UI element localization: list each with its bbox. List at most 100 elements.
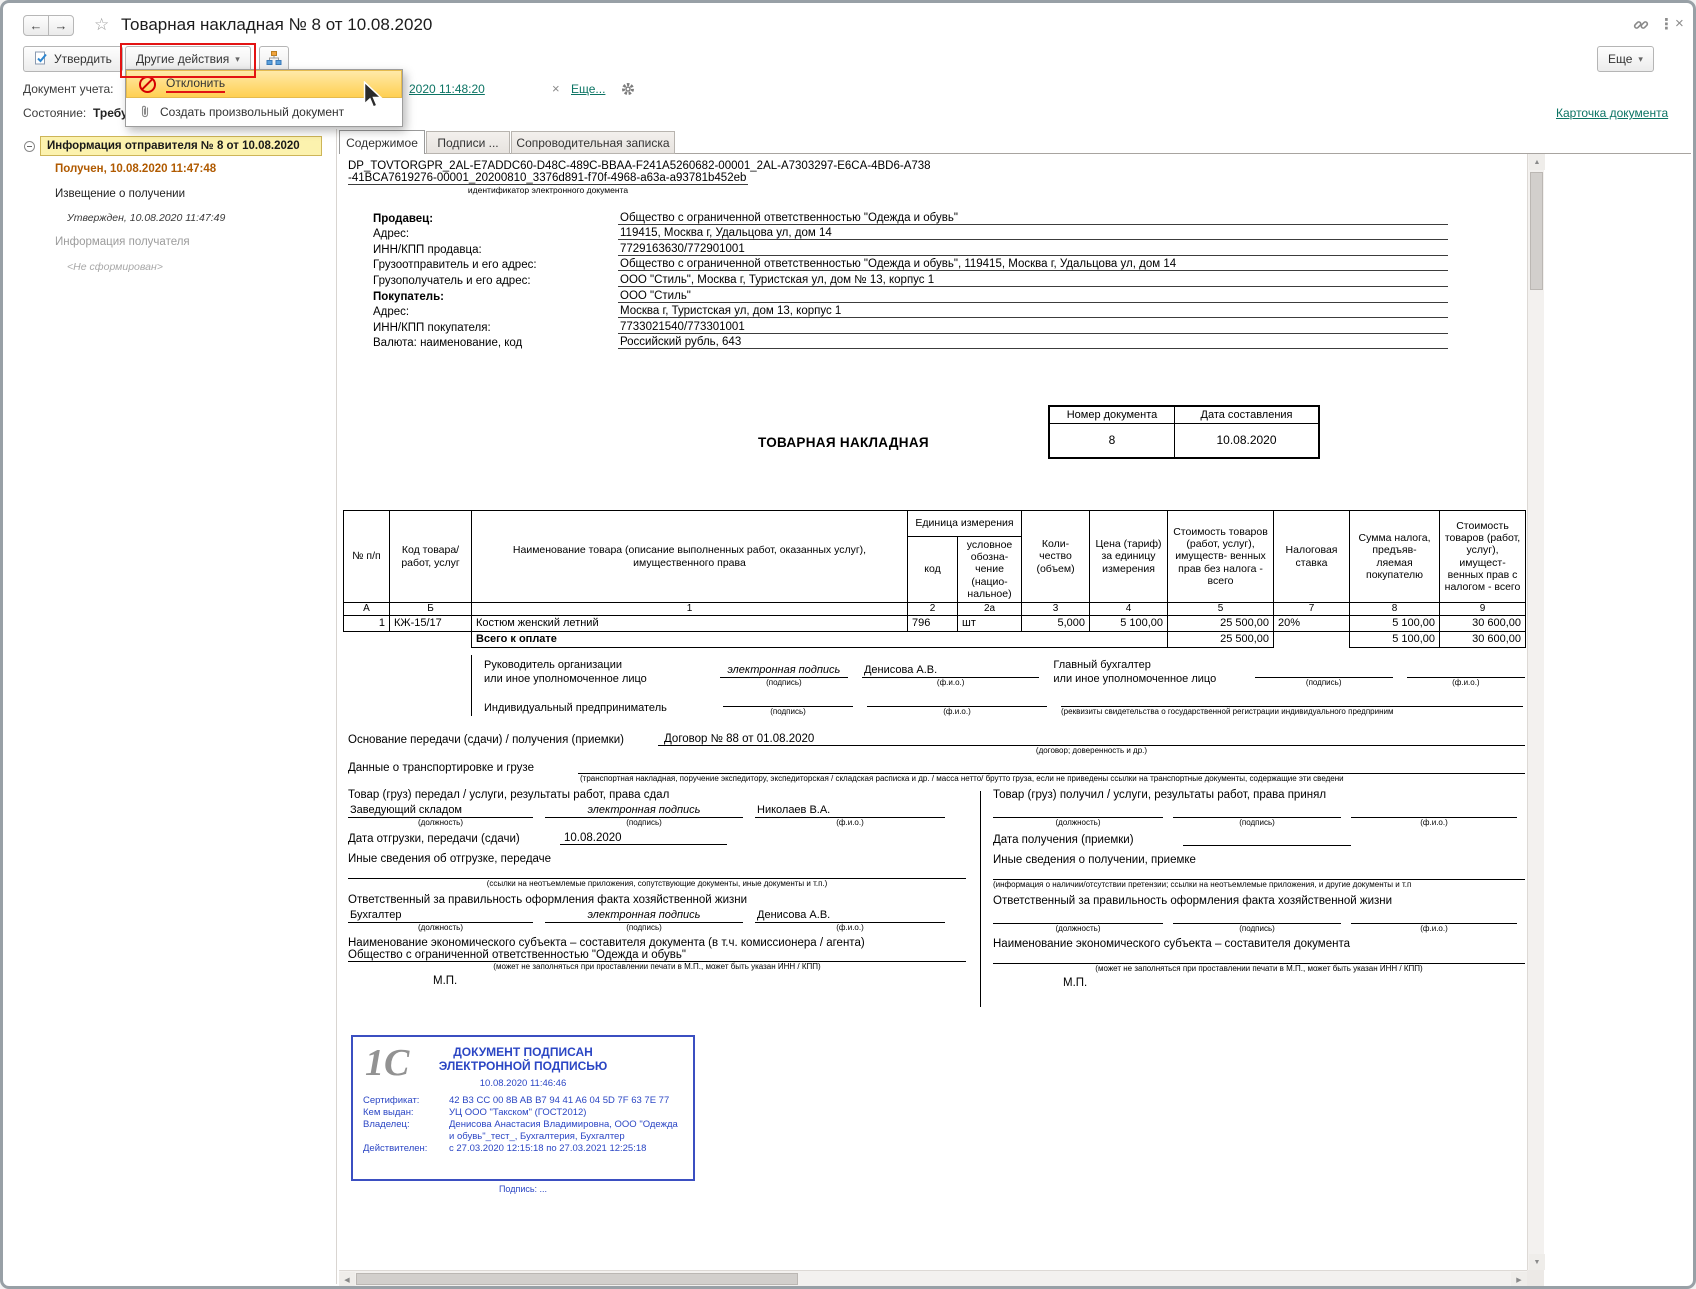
cell-amount: 25 500,00 [1167, 615, 1275, 632]
tree-item-approved-status[interactable]: Утвержден, 10.08.2020 11:47:49 [67, 212, 225, 224]
vertical-scrollbar[interactable]: ▲ ▼ [1527, 154, 1545, 1270]
field-value: Общество с ограниченной ответственностью… [618, 258, 1448, 272]
total-amount: 25 500,00 [1167, 630, 1275, 648]
field-label: Адрес: [373, 228, 410, 241]
col-header: Коли- чество (объем) [1021, 510, 1091, 603]
menu-item-reject-label: Отклонить [166, 76, 226, 93]
scroll-up-arrow[interactable]: ▲ [1529, 154, 1545, 170]
col-header-unit-code: код [907, 536, 958, 603]
col-header: Налоговая ставка [1273, 510, 1351, 603]
form-title: ТОВАРНАЯ НАКЛАДНАЯ [758, 435, 929, 450]
document-card-link[interactable]: Карточка документа [1556, 106, 1668, 120]
col-header: Стоимость товаров (работ, услуг), имущес… [1167, 510, 1275, 603]
scrollbar-corner [1527, 1270, 1544, 1286]
more-dots-icon[interactable]: ⋮ [1659, 15, 1674, 33]
field-label: Грузоотправитель и его адрес: [373, 259, 537, 272]
col-letter: 2а [956, 602, 1023, 616]
tab-content[interactable]: Содержимое [339, 130, 425, 154]
field-value: 7733021540/773301001 [618, 321, 1448, 334]
total-with-tax: 30 600,00 [1439, 630, 1527, 648]
field-label: Покупатель: [373, 290, 445, 303]
col-letter: 9 [1439, 602, 1527, 616]
scroll-down-arrow[interactable]: ▼ [1529, 1254, 1545, 1270]
goods-row: 1 КЖ-15/17 Костюм женский летний 796 шт … [343, 615, 1527, 632]
col-header-unit-symbol: условное обозна- чение (нацио- нальное) [956, 536, 1023, 603]
tree-item-sender-info[interactable]: Информация отправителя № 8 от 10.08.2020 [40, 136, 322, 156]
vertical-scroll-thumb[interactable] [1530, 172, 1543, 290]
tab-signatures[interactable]: Подписи ... [426, 131, 510, 154]
tree-collapse-icon[interactable] [24, 141, 35, 152]
get-link-icon[interactable] [1633, 17, 1649, 38]
stamp-cert: 42 B3 CC 00 8B AB B7 94 41 A6 04 5D 7F 6… [449, 1095, 670, 1106]
col-letter: 4 [1089, 602, 1169, 616]
tab-cover-note[interactable]: Сопроводительная записка [511, 131, 675, 154]
cell-total: 30 600,00 [1439, 615, 1527, 632]
document-date: 10.08.2020 [1174, 423, 1320, 458]
gear-icon[interactable] [621, 82, 635, 101]
document-id-caption: идентификатор электронного документа [467, 185, 629, 195]
columns-divider [980, 791, 981, 1007]
col-letter: А [343, 602, 390, 616]
basis-value: Договор № 88 от 01.08.2020 [658, 733, 1525, 746]
approve-doc-icon [34, 51, 48, 68]
field-value: ООО "Стиль" [618, 290, 1448, 303]
document-id-line2: -41BCA7619276-00001_20200810_3376d891-f7… [348, 172, 748, 185]
more-button[interactable]: Еще ▾ [1597, 46, 1654, 72]
cargo-row: Данные о транспортировке и грузе (трансп… [348, 760, 1525, 783]
menu-item-create-arbitrary-document[interactable]: Создать произвольный документ [126, 98, 402, 126]
tree-item-receiver-info[interactable]: Информация получателя [55, 236, 190, 248]
cargo-caption: (транспортная накладная, поручение экспе… [580, 774, 1344, 783]
field-label: Валюта: наименование, код [373, 337, 523, 350]
cargo-value [578, 760, 1525, 774]
head-sign-field: электронная подпись (подпись) [719, 664, 848, 687]
entrepreneur-sign-field: (подпись) [723, 693, 853, 716]
back-button[interactable]: ← [23, 15, 49, 36]
chevron-down-icon: ▾ [235, 53, 240, 64]
transfer-left-column: Товар (груз) передал / услуги, результат… [348, 789, 966, 987]
state-value: Требу [93, 106, 128, 120]
col-header: Стоимость товаров (работ, услуг), имущес… [1439, 510, 1527, 603]
more-meta-link[interactable]: Еще... [571, 82, 605, 96]
col-letter: 1 [471, 602, 908, 616]
horizontal-scroll-thumb[interactable] [356, 1273, 798, 1285]
document-id-line1: DP_TOVTORGPR_2AL-E7ADDC60-D48C-489C-BBAA… [348, 160, 931, 172]
horizontal-scrollbar[interactable]: ◀ ▶ [339, 1270, 1527, 1286]
goods-total-row: Всего к оплате 25 500,00 5 100,00 30 600… [344, 630, 1527, 648]
goods-table: № п/п Код товара/ работ, услуг Наименова… [343, 510, 1527, 648]
clear-doc-icon[interactable]: × [552, 81, 560, 96]
field-value: 119415, Москва г, Удальцова ул, дом 14 [618, 227, 1448, 241]
chevron-down-icon: ▾ [1638, 53, 1643, 64]
head-name-field: Денисова А.В. (ф.и.о.) [861, 664, 1040, 687]
forward-button[interactable]: → [48, 15, 74, 36]
field-label: Грузополучатель и его адрес: [373, 274, 531, 287]
approve-button[interactable]: Утвердить [23, 46, 123, 72]
field-value: Российский рубль, 643 [618, 336, 1448, 350]
other-actions-menu: Отклонить Создать произвольный документ [125, 69, 403, 127]
scroll-right-arrow[interactable]: ▶ [1511, 1272, 1527, 1286]
cell-num: 1 [343, 615, 390, 632]
scroll-left-arrow[interactable]: ◀ [339, 1272, 355, 1286]
cell-unit-code: 796 [907, 615, 958, 632]
col-header: Код товара/ работ, услуг [389, 510, 472, 603]
tree-item-received-status[interactable]: Получен, 10.08.2020 11:47:48 [55, 163, 216, 175]
accounting-doc-link[interactable]: 2020 11:48:20 [409, 82, 485, 96]
field-value: ООО "Стиль", Москва г, Туристская ул, до… [618, 274, 1448, 287]
stamp-footer: Подпись: ... [498, 1184, 548, 1194]
basis-row: Основание передачи (сдачи) / получения (… [348, 733, 1525, 755]
col-header: Сумма налога, предъяв- ляемая покупателю [1349, 510, 1441, 603]
reject-icon [139, 75, 156, 93]
panel-splitter[interactable] [336, 129, 337, 1284]
favorite-star-icon[interactable]: ☆ [94, 15, 109, 35]
field-value: Общество с ограниченной ответственностью… [618, 212, 1448, 225]
paperclip-icon [138, 104, 150, 121]
tree-item-not-formed[interactable]: <Не сформирован> [67, 261, 163, 273]
tree-item-receipt-notice[interactable]: Извещение о получении [55, 188, 185, 200]
stamp-issuer: УЦ ООО "Такском" (ГОСТ2012) [449, 1106, 587, 1118]
other-actions-label: Другие действия [136, 52, 230, 66]
right-other-value [993, 866, 1525, 880]
cell-tax-sum: 5 100,00 [1349, 615, 1441, 632]
more-button-label: Еще [1608, 52, 1633, 66]
col-letter: 2 [907, 602, 958, 616]
close-icon[interactable]: × [1675, 15, 1684, 32]
menu-item-reject[interactable]: Отклонить [126, 70, 402, 98]
